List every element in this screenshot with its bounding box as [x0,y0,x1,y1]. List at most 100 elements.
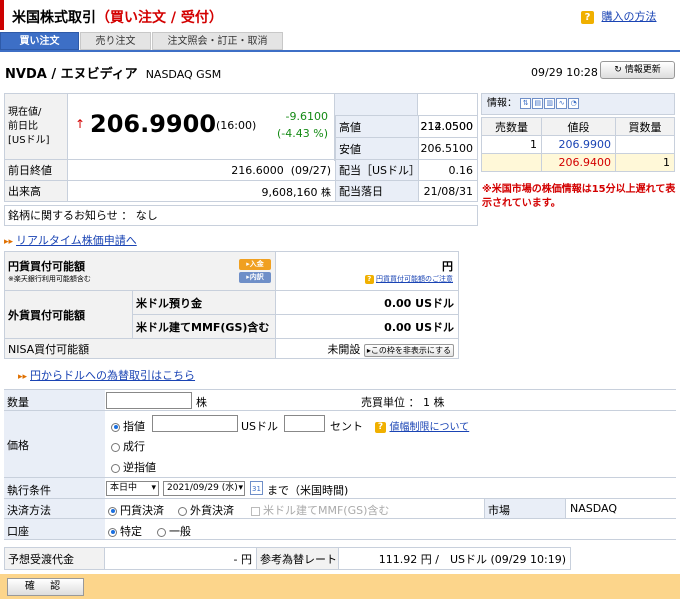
current-price-label: 現在値/ 前日比 [USドル] [4,93,68,160]
tab-buy-order[interactable]: 買い注文 [0,32,79,50]
info-bar: 情報： ⇅ ▤ ▥ ∿ ◔ [481,93,675,115]
calendar-icon[interactable]: 31 [250,481,263,495]
breakdown-label: 内訳 [249,273,264,281]
order-tabs: 買い注文 売り注文 注文照会・訂正・取消 [0,32,283,50]
refresh-label: 情報更新 [624,65,661,75]
sort-icon[interactable]: ⇅ [520,97,532,109]
tab-order-inquiry[interactable]: 注文照会・訂正・取消 [152,32,283,50]
account-general-row[interactable]: 一般 [157,523,191,539]
usd-power-label: 外貨買付可能額 [4,290,133,339]
document-icon[interactable]: ▤ [532,97,544,109]
account-general-radio[interactable] [157,527,166,537]
trade-unit-label: 売買単位 ： [361,396,420,409]
page-title: 米国株式取引（買い注文 / 受付） [12,7,223,27]
market-radio[interactable] [111,442,120,452]
fx-exchange-link[interactable]: 円からドルへの為替取引はこちら [30,369,195,382]
prev-close-date: (09/27) [290,163,331,177]
settle-jpy-label: 円貨決済 [120,504,164,517]
tab-sell-order[interactable]: 売り注文 [80,32,151,50]
account-specific-row[interactable]: 特定 [108,523,142,539]
volume-unit: 株 [321,187,331,199]
limit-radio[interactable] [111,422,120,432]
help-icon: ? [364,274,374,284]
jpy-power-caution[interactable]: ? 円貨買付可能額のご注意 [364,274,453,284]
deposit-button[interactable]: ▸入金 [239,259,271,270]
market-radio-row[interactable]: 成行 [111,438,145,454]
jpy-power-value: 円 [442,260,453,273]
help-link-area[interactable]: ? 購入の方法 [581,8,657,24]
until-text: まで（米国時間) [267,484,349,497]
chevron-down-icon: ▾ [238,483,243,493]
label-line-3: [USドル] [8,134,50,146]
confirm-button[interactable]: 確 認 [7,578,84,596]
settle-fx-radio[interactable] [178,506,187,516]
realtime-quote-link[interactable]: リアルタイム株価申請へ [16,234,137,247]
settle-jpy-row[interactable]: 円貨決済 [108,502,164,518]
estimate-value: - 円 [104,547,257,570]
fx-rate-label: 参考為替レート [256,547,339,570]
row-divider [4,477,676,478]
row-divider [4,410,676,411]
qty-input[interactable] [106,392,192,409]
date-select[interactable]: 2021/09/29 (水) ▾ [163,481,245,496]
board-row-price: 206.9400 [541,153,616,172]
trade-unit-value: 1 株 [423,396,445,409]
hide-panel-button[interactable]: ▸この枠を非表示にする [363,343,454,357]
board-row-sell: 1 [481,135,542,154]
price-dollar-input[interactable] [152,415,238,432]
arrow-icon: ▸▸ [4,237,14,247]
estimate-label: 予想受渡代金 [4,547,105,570]
usd-deposit-value: 0.00 USドル [275,290,459,315]
refresh-icon: ↻ [614,65,622,75]
settle-mmf-row: 米ドル建てMMF(GS)含む [251,502,389,518]
settle-mmf-label: 米ドル建てMMF(GS)含む [263,504,390,517]
nisa-power-cell: 未開設 ▸この枠を非表示にする [275,338,459,359]
jpy-caution-link[interactable]: 円貨買付可能額のご注意 [376,275,453,283]
current-price: 206.9900 [90,110,217,138]
price-limit-row[interactable]: ? 値幅制限について [375,418,469,433]
notice-label: 銘柄に関するお知らせ [8,209,118,222]
limit-radio-row[interactable]: 指値 [111,418,145,434]
account-label: 口座 [7,525,29,538]
fx-link-row: ▸▸ 円からドルへの為替取引はこちら [18,367,195,383]
how-to-buy-link[interactable]: 購入の方法 [602,10,657,23]
price-cent-input[interactable] [284,415,325,432]
usd-unit: USドル [241,420,279,433]
stock-exchange: NASDAQ GSM [145,68,222,81]
row-divider [4,518,676,519]
usd-mmf-value: 0.00 USドル [275,314,459,339]
nisa-power-label: NISA買付可能額 [4,338,276,359]
info-label: 情報： [487,98,517,109]
jpy-power-note: ※楽天銀行利用可能額含む [8,275,91,283]
jpy-power-value-cell: 円 ? 円貨買付可能額のご注意 [275,251,459,291]
line-chart-icon[interactable]: ∿ [556,97,568,109]
condition-select[interactable]: 本日中 ▾ [106,481,159,496]
stop-radio-row[interactable]: 逆指値 [111,459,156,475]
bar-chart-icon[interactable]: ▥ [544,97,556,109]
breakdown-button[interactable]: ▸内訳 [239,272,271,283]
board-row-buy: 1 [615,153,675,172]
account-specific-radio[interactable] [108,527,117,537]
arrow-icon: ▸▸ [18,372,28,382]
settle-fx-row[interactable]: 外貨決済 [178,502,234,518]
estimate-table: 予想受渡代金 - 円 参考為替レート 111.92 円 / USドル (09/2… [4,547,571,570]
prev-close-cell: 216.6000 (09/27) [67,159,336,181]
price-change: -9.6100 [285,110,328,123]
price-limit-link[interactable]: 値幅制限について [390,422,470,433]
high-label: 高値 [335,115,419,138]
settle-jpy-radio[interactable] [108,506,117,516]
label-line-2: 前日比 [8,120,38,132]
board-header-sell: 売数量 [481,117,542,136]
realtime-link-row: ▸▸ リアルタイム株価申請へ [4,232,137,248]
stop-radio[interactable] [111,463,120,473]
quote-table-bottom: 前日終値 216.6000 (09/27) 配当［USドル］ 0.16 出来高 … [4,159,478,202]
pie-chart-icon[interactable]: ◔ [568,97,580,109]
confirm-bar [0,574,680,599]
refresh-button[interactable]: ↻ 情報更新 [600,61,675,79]
title-mode: （買い注文 / 受付） [96,10,223,26]
board-row-price: 206.9900 [541,135,616,154]
prev-close-value: 216.6000 [231,163,284,177]
condition-label: 執行条件 [7,484,51,497]
high-value: 214.0500 [418,115,478,138]
condition-value: 本日中 [110,483,138,493]
